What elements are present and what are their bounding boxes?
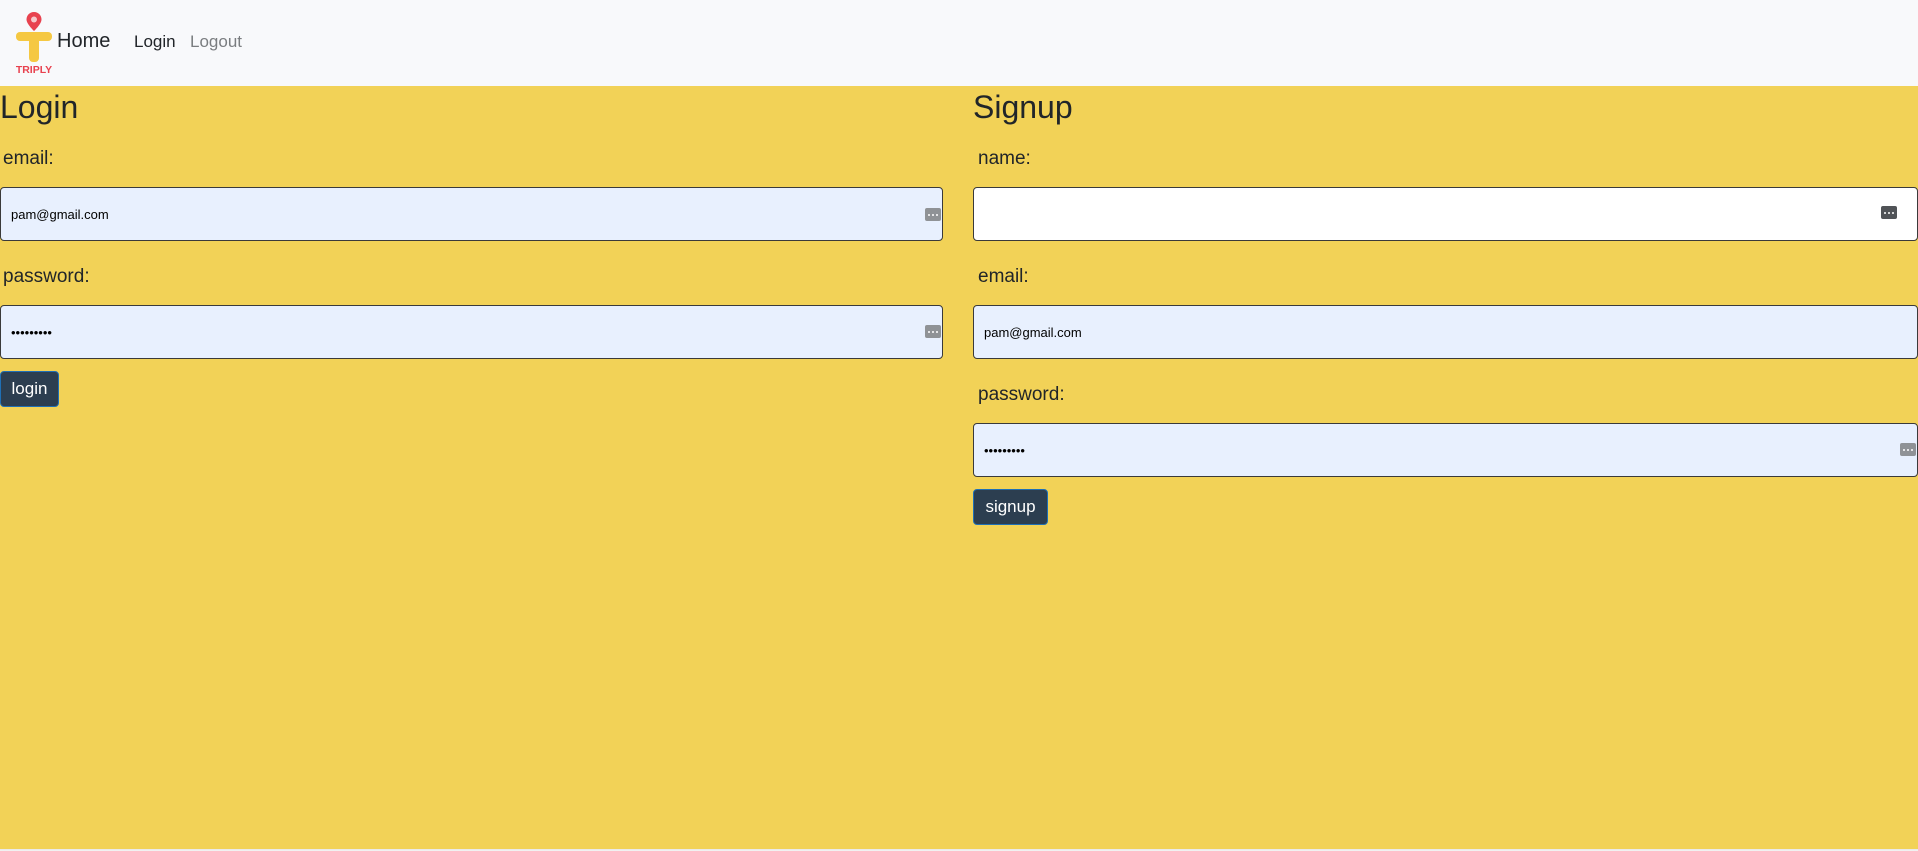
triply-logo-graphic: TRIPLY [16,12,52,76]
login-password-input[interactable] [0,305,943,359]
nav-home-link[interactable]: Home [57,30,110,53]
nav-login-link[interactable]: Login [134,32,176,52]
autofill-key-icon[interactable] [925,208,941,221]
signup-name-input[interactable] [973,187,1918,241]
brand-text: TRIPLY [16,64,52,76]
autofill-key-icon[interactable] [1900,443,1916,456]
login-password-label: password: [3,266,90,287]
signup-title: Signup [973,89,1073,125]
autofill-key-icon[interactable] [925,325,941,338]
nav-logout-link[interactable]: Logout [190,32,242,52]
signup-name-label: name: [978,148,1031,169]
login-email-input[interactable] [0,187,943,241]
signup-password-label: password: [978,384,1065,405]
login-email-label: email: [3,148,54,169]
navbar: TRIPLY Home Login Logout [0,0,1918,86]
signup-password-input[interactable] [973,423,1918,477]
autofill-key-icon[interactable] [1881,206,1897,219]
login-button[interactable]: login [0,371,59,407]
signup-email-input[interactable] [973,305,1918,359]
triply-logo[interactable]: TRIPLY [12,6,60,76]
login-title: Login [0,89,79,125]
signup-button[interactable]: signup [973,489,1048,525]
signup-email-label: email: [978,266,1029,287]
